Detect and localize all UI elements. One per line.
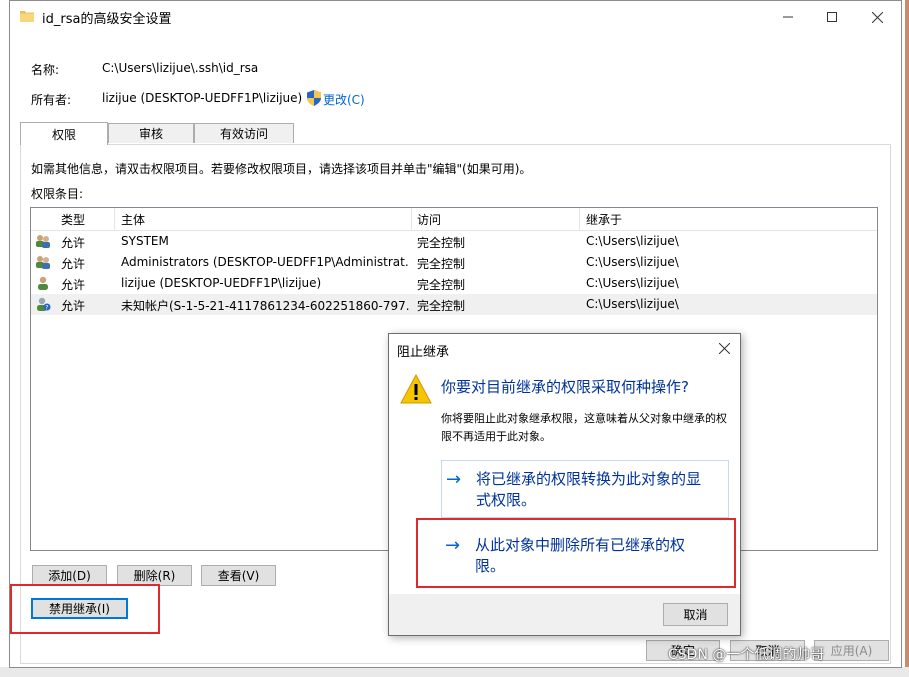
delete-button[interactable]: 删除(R): [117, 565, 192, 586]
dialog-title-bar[interactable]: 阻止继承: [389, 334, 740, 364]
table-row[interactable]: 允许 SYSTEM 完全控制 C:\Users\lizijue\: [31, 231, 877, 252]
row-type: 允许: [61, 257, 86, 271]
unknown-user-icon: ?: [37, 297, 51, 312]
row-access: 完全控制: [417, 278, 466, 292]
group-users-icon: [36, 256, 50, 269]
row-access: 完全控制: [417, 257, 466, 271]
column-header-access[interactable]: 访问: [417, 211, 441, 228]
column-divider[interactable]: [579, 208, 580, 230]
row-principal: SYSTEM: [121, 234, 169, 248]
row-inherited: C:\Users\lizijue\: [586, 276, 679, 290]
column-divider[interactable]: [411, 208, 412, 230]
row-inherited: C:\Users\lizijue\: [586, 297, 679, 311]
watermark-text: CSDN @一个低调的帅哥: [668, 647, 825, 663]
column-header-type[interactable]: 类型: [61, 211, 85, 228]
column-divider[interactable]: [114, 208, 115, 230]
row-principal: Administrators (DESKTOP-UEDFF1P\Administ…: [121, 255, 409, 269]
column-header-principal[interactable]: 主体: [121, 211, 145, 228]
row-principal: lizijue (DESKTOP-UEDFF1P\lizijue): [121, 276, 322, 290]
row-inherited: C:\Users\lizijue\: [586, 255, 679, 269]
highlight-box-remove-option: [416, 518, 736, 588]
arrow-right-icon: →: [446, 469, 462, 490]
block-inheritance-dialog: 阻止继承 你要对目前继承的权限采取何种操作? 你将要阻止此对象继承权限，这意味着…: [388, 333, 741, 636]
row-type: 允许: [61, 299, 86, 313]
table-row[interactable]: ? 允许 未知帐户(S-1-5-21-4117861234-602251860-…: [31, 294, 877, 315]
close-icon: [871, 11, 883, 23]
close-icon[interactable]: [719, 343, 730, 354]
dialog-cancel-button[interactable]: 取消: [663, 603, 728, 626]
group-users-icon: [36, 235, 50, 248]
list-header: 类型 主体 访问 继承于: [31, 208, 877, 231]
apply-button[interactable]: 应用(A): [814, 640, 889, 661]
row-principal: 未知帐户(S-1-5-21-4117861234-602251860-797..…: [121, 299, 409, 313]
dialog-question: 你要对目前继承的权限采取何种操作?: [441, 378, 689, 396]
column-header-inherited[interactable]: 继承于: [586, 211, 622, 228]
row-type: 允许: [61, 278, 86, 292]
folder-icon: [20, 11, 34, 22]
convert-inherited-permissions-option[interactable]: → 将已继承的权限转换为此对象的显 式权限。: [441, 460, 729, 518]
highlight-box-disable-inheritance: [10, 584, 160, 634]
window-title: id_rsa的高级安全设置: [42, 12, 172, 27]
name-value: C:\Users\lizijue\.ssh\id_rsa: [102, 61, 259, 75]
dialog-title: 阻止继承: [397, 345, 450, 360]
row-inherited: C:\Users\lizijue\: [586, 234, 679, 248]
row-access: 完全控制: [417, 299, 466, 313]
warning-icon: [400, 374, 432, 404]
owner-value: lizijue (DESKTOP-UEDFF1P\lizijue): [102, 91, 303, 105]
add-button[interactable]: 添加(D): [32, 565, 107, 586]
dialog-description: 你将要阻止此对象继承权限，这意味着从父对象中继承的权限不再适用于此对象。: [441, 412, 727, 443]
change-owner-link[interactable]: 更改(C): [323, 91, 365, 108]
hint-text: 如需其他信息，请双击权限项目。若要修改权限项目，请选择该项目并单击"编辑"(如果…: [31, 162, 532, 176]
row-access: 完全控制: [417, 236, 466, 250]
owner-label: 所有者:: [31, 93, 72, 107]
name-label: 名称:: [31, 63, 60, 77]
uac-shield-icon: [307, 90, 321, 106]
entries-label: 权限条目:: [31, 187, 84, 201]
background-taskbar-area: [0, 667, 909, 677]
minimize-button[interactable]: [766, 1, 810, 33]
user-icon: [38, 276, 48, 290]
tab-auditing[interactable]: 审核: [108, 123, 194, 143]
svg-text:?: ?: [45, 305, 48, 312]
tab-permissions[interactable]: 权限: [20, 122, 108, 145]
background-window-edge: [905, 0, 909, 677]
row-type: 允许: [61, 236, 86, 250]
option1-line1: 将已继承的权限转换为此对象的显: [476, 470, 702, 488]
minimize-icon: [783, 16, 793, 18]
title-bar[interactable]: id_rsa的高级安全设置: [10, 1, 901, 33]
table-row[interactable]: 允许 Administrators (DESKTOP-UEDFF1P\Admin…: [31, 252, 877, 273]
view-button[interactable]: 查看(V): [201, 565, 276, 586]
tab-effective-access[interactable]: 有效访问: [194, 123, 294, 143]
table-row[interactable]: 允许 lizijue (DESKTOP-UEDFF1P\lizijue) 完全控…: [31, 273, 877, 294]
maximize-button[interactable]: [810, 1, 854, 33]
option1-line2: 式权限。: [476, 491, 537, 509]
close-button[interactable]: [855, 1, 899, 33]
maximize-icon: [827, 12, 837, 22]
